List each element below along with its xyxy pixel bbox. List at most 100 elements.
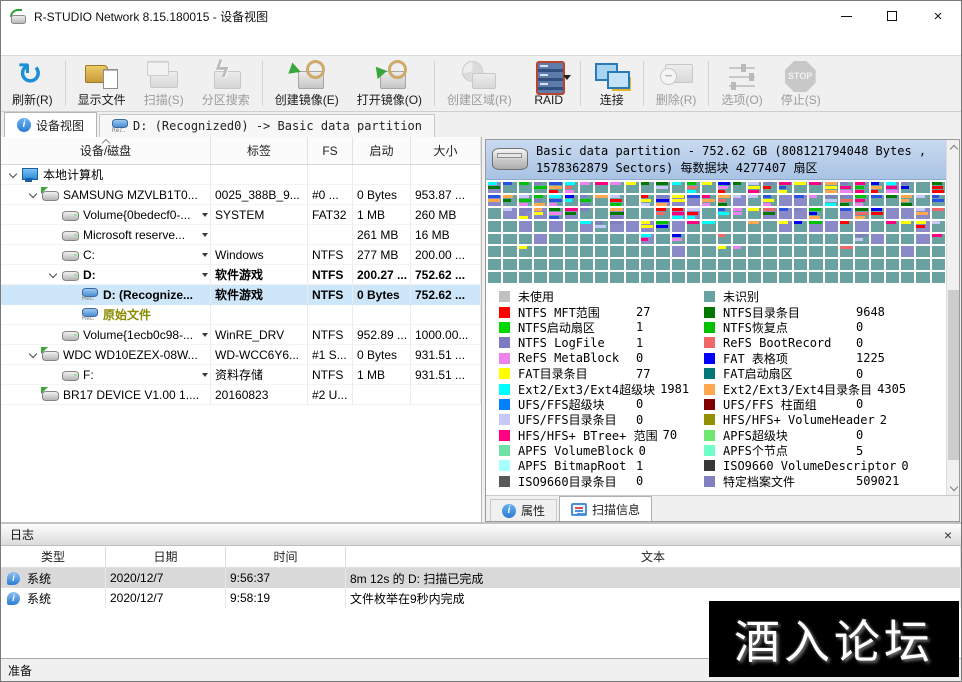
legend-color-swatch	[704, 445, 715, 456]
legend-count: 1	[636, 336, 643, 350]
row-dropdown-icon[interactable]	[202, 373, 208, 377]
device-row[interactable]: D: (Recognize... 软件游戏 NTFS 0 Bytes 752.6…	[1, 285, 481, 305]
legend-item: NTFS LogFile 1	[499, 335, 704, 350]
device-start: 1 MB	[357, 368, 385, 382]
legend-color-swatch	[499, 430, 510, 441]
legend-label: APFS VolumeBlock	[518, 444, 639, 458]
device-icon	[41, 386, 60, 403]
header-device-disk[interactable]: 设备/磁盘	[1, 137, 211, 164]
scrollbar[interactable]	[946, 140, 959, 495]
legend-count: 77	[636, 367, 650, 381]
legend-count: 5	[856, 444, 863, 458]
log-header-text[interactable]: 文本	[346, 546, 961, 567]
scroll-down-icon[interactable]	[947, 481, 960, 495]
log-close-icon[interactable]	[944, 528, 952, 542]
device-row[interactable]: C: Windows NTFS 277 MB 200.00 ...	[1, 245, 481, 265]
legend-color-swatch	[499, 353, 510, 364]
device-row[interactable]: Volume{1ecb0c98-... WinRE_DRV NTFS 952.8…	[1, 325, 481, 345]
legend-color-swatch	[499, 445, 510, 456]
scroll-up-icon[interactable]	[947, 140, 960, 154]
legend-item: Ext2/Ext3/Ext4超级块 1981	[499, 381, 704, 396]
toolbar-button[interactable]: 停止(S)	[772, 57, 830, 110]
expander-icon[interactable]	[7, 168, 21, 182]
view-tab[interactable]: D: (Recognized0) -> Basic data partition	[99, 114, 435, 137]
toolbar-button[interactable]: 打开镜像(O)	[348, 57, 431, 110]
header-label[interactable]: 标签	[211, 137, 308, 164]
toolbar-button[interactable]: 显示文件	[69, 57, 135, 110]
toolbar-button[interactable]: 创建镜像(E)	[266, 57, 348, 110]
dropdown-arrow-icon	[563, 75, 571, 80]
device-name: SAMSUNG MZVLB1T0...	[63, 188, 198, 202]
legend-item: Ext2/Ext3/Ext4目录条目 4305	[704, 381, 932, 396]
device-icon	[61, 226, 80, 243]
legend-count: 1225	[856, 351, 885, 365]
toolbar-button[interactable]: RAID	[521, 57, 577, 110]
legend-color-swatch	[499, 399, 510, 410]
device-fs: NTFS	[312, 368, 343, 382]
log-header-date[interactable]: 日期	[106, 546, 226, 567]
toolbar-button[interactable]: 分区搜索	[193, 57, 259, 110]
view-tab[interactable]: 设备视图	[4, 112, 97, 137]
toolbar-button[interactable]: 删除(R)	[647, 57, 706, 110]
toolbar-button[interactable]: 选项(O)	[712, 57, 771, 110]
scrollbar-thumb[interactable]	[948, 290, 959, 460]
log-row[interactable]: 系统 2020/12/7 9:56:37 8m 12s 的 D: 扫描已完成	[1, 568, 961, 588]
header-fs[interactable]: FS	[308, 137, 353, 164]
device-row[interactable]: Microsoft reserve... 261 MB 16 MB	[1, 225, 481, 245]
info-tab[interactable]: 扫描信息	[559, 496, 652, 521]
device-row[interactable]: WDC WD10EZEX-08W... WD-WCC6Y6... #1 S...…	[1, 345, 481, 365]
device-row[interactable]: SAMSUNG MZVLB1T0... 0025_388B_9... #0 ..…	[1, 185, 481, 205]
header-start[interactable]: 启动	[353, 137, 411, 164]
device-size: 260 MB	[415, 208, 456, 222]
device-size: 752.62 ...	[415, 288, 465, 302]
device-icon	[41, 186, 60, 203]
legend-color-swatch	[704, 368, 715, 379]
info-tab[interactable]: 属性	[490, 499, 557, 521]
toolbar-button-label: 创建区域(R)	[447, 91, 512, 108]
legend-label: ISO9660 VolumeDescriptor	[723, 459, 901, 473]
toolbar-button-icon	[461, 60, 497, 91]
toolbar-button[interactable]: 刷新(R)	[3, 57, 62, 110]
legend-color-swatch	[704, 460, 715, 471]
scan-block-map[interactable]	[487, 181, 946, 284]
expander-icon[interactable]	[27, 348, 41, 362]
device-row[interactable]: 原始文件	[1, 305, 481, 325]
header-size[interactable]: 大小	[411, 137, 481, 164]
close-icon[interactable]: ×	[915, 1, 961, 31]
device-row[interactable]: 本地计算机	[1, 165, 481, 185]
legend-item: HFS/HFS+ VolumeHeader 2	[704, 412, 932, 427]
legend-count: 2	[880, 413, 887, 427]
device-row[interactable]: BR17 DEVICE V1.00 1.... 20160823 #2 U...	[1, 385, 481, 405]
row-dropdown-icon[interactable]	[202, 213, 208, 217]
device-row[interactable]: Volume{0bedecf0-... SYSTEM FAT32 1 MB 26…	[1, 205, 481, 225]
legend-item: ISO9660 VolumeDescriptor 0	[704, 458, 932, 473]
legend-right-column: 未识别 NTFS目录条目 9648 NTFS恢复点 0 ReF	[704, 289, 932, 493]
toolbar-button-label: 显示文件	[78, 91, 126, 108]
legend-label: ReFS BootRecord	[723, 336, 856, 350]
row-dropdown-icon[interactable]	[202, 253, 208, 257]
legend-color-swatch	[499, 414, 510, 425]
expander-icon[interactable]	[47, 268, 61, 282]
row-dropdown-icon[interactable]	[202, 273, 208, 277]
toolbar-button[interactable]: 扫描(S)	[135, 57, 193, 110]
toolbar-button-icon	[14, 60, 50, 91]
minimize-icon[interactable]	[823, 1, 869, 31]
maximize-icon[interactable]	[869, 1, 915, 31]
log-header-type[interactable]: 类型	[1, 546, 106, 567]
row-dropdown-icon[interactable]	[202, 233, 208, 237]
legend-color-swatch	[704, 476, 715, 487]
toolbar-button[interactable]: 创建区域(R)	[438, 57, 521, 110]
partition-info-text: Basic data partition - 752.62 GB (808121…	[536, 143, 928, 178]
legend-color-swatch	[499, 322, 510, 333]
device-fs: NTFS	[312, 288, 343, 302]
row-dropdown-icon[interactable]	[202, 333, 208, 337]
legend-color-swatch	[499, 384, 510, 395]
device-label: 软件游戏	[215, 286, 263, 303]
log-title-bar: 日志	[1, 524, 961, 546]
log-header-time[interactable]: 时间	[226, 546, 346, 567]
expander-icon[interactable]	[27, 188, 41, 202]
device-row[interactable]: D: 软件游戏 NTFS 200.27 ... 752.62 ...	[1, 265, 481, 285]
legend-item: ReFS MetaBlock 0	[499, 351, 704, 366]
toolbar-button[interactable]: 连接	[584, 57, 640, 110]
device-row[interactable]: F: 资料存储 NTFS 1 MB 931.51 ...	[1, 365, 481, 385]
